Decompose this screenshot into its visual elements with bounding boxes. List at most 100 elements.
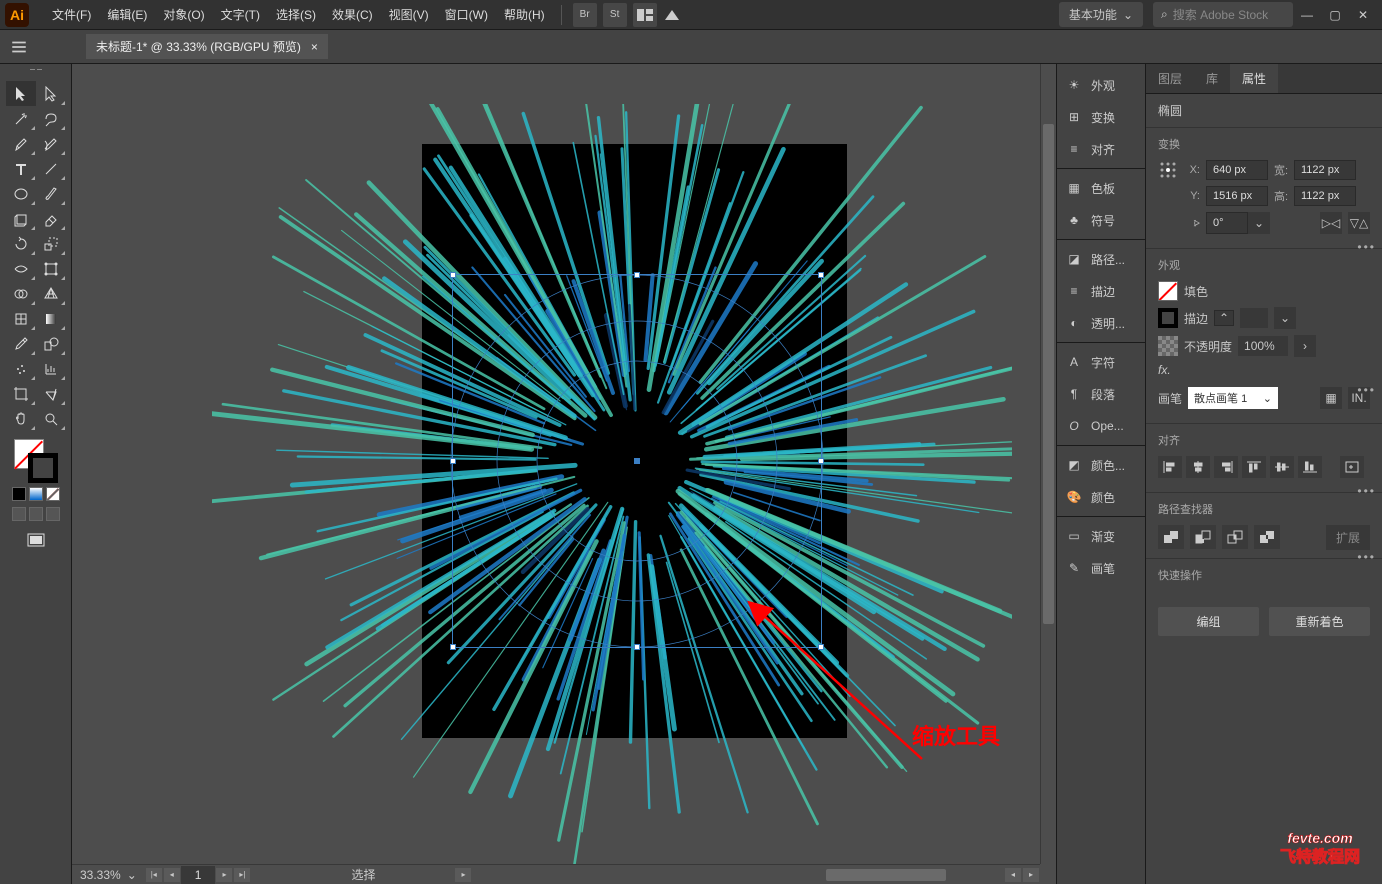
zoom-indicator[interactable]: 33.33%⌄	[72, 868, 145, 882]
layers-tab[interactable]: 图层	[1146, 64, 1194, 93]
opacity-input[interactable]: 100%	[1238, 336, 1288, 356]
graph-tool[interactable]	[36, 356, 66, 381]
menu-effect[interactable]: 效果(C)	[324, 6, 381, 23]
draw-inside[interactable]	[46, 507, 60, 521]
curvature-tool[interactable]	[36, 131, 66, 156]
align-right-button[interactable]	[1214, 456, 1238, 478]
y-input[interactable]	[1206, 186, 1268, 206]
color-panel-btn[interactable]: 🎨颜色	[1057, 481, 1145, 513]
ellipse-tool[interactable]	[6, 181, 36, 206]
vertical-scrollbar[interactable]	[1040, 64, 1056, 864]
stroke-profile-dropdown[interactable]: ⌄	[1274, 307, 1296, 329]
stock-icon[interactable]: St	[603, 3, 627, 27]
first-artboard-button[interactable]: |◂	[146, 868, 162, 882]
menu-object[interactable]: 对象(O)	[155, 6, 212, 23]
menu-view[interactable]: 视图(V)	[381, 6, 437, 23]
transform-panel-btn[interactable]: ⊞变换	[1057, 101, 1145, 133]
brush-options-1[interactable]: ▦	[1320, 387, 1342, 409]
color-swatches[interactable]	[14, 439, 58, 483]
paragraph-panel-btn[interactable]: ¶段落	[1057, 378, 1145, 410]
direct-selection-tool[interactable]	[36, 81, 66, 106]
reference-point[interactable]	[1158, 160, 1180, 180]
menu-type[interactable]: 文字(T)	[213, 6, 268, 23]
draw-normal[interactable]	[12, 507, 26, 521]
panel-handle[interactable]	[21, 69, 51, 77]
pathfinder-minus-front[interactable]	[1190, 525, 1216, 549]
scale-tool[interactable]	[36, 231, 66, 256]
section-menu[interactable]: •••	[1357, 550, 1376, 564]
artboard-tool[interactable]	[6, 381, 36, 406]
align-hcenter-button[interactable]	[1186, 456, 1210, 478]
shaper-tool[interactable]	[6, 206, 36, 231]
brush-dropdown[interactable]: 散点画笔 1⌄	[1188, 387, 1278, 409]
gradient-tool[interactable]	[36, 306, 66, 331]
symbols-panel-btn[interactable]: ♣符号	[1057, 204, 1145, 236]
libraries-tab[interactable]: 库	[1194, 64, 1230, 93]
pen-tool[interactable]	[6, 131, 36, 156]
type-tool[interactable]	[6, 156, 36, 181]
opentype-panel-btn[interactable]: OOpe...	[1057, 410, 1145, 442]
home-icon[interactable]	[10, 38, 28, 56]
arrange-icon[interactable]	[633, 3, 657, 27]
flip-vertical-button[interactable]: ▽△	[1348, 212, 1370, 234]
stroke-swatch[interactable]	[1158, 308, 1178, 328]
symbol-sprayer-tool[interactable]	[6, 356, 36, 381]
opacity-swatch[interactable]	[1158, 336, 1178, 356]
bridge-icon[interactable]: Br	[573, 3, 597, 27]
magic-wand-tool[interactable]	[6, 106, 36, 131]
close-tab-icon[interactable]: ×	[311, 40, 318, 54]
close-button[interactable]: ✕	[1349, 5, 1377, 25]
align-left-button[interactable]	[1158, 456, 1182, 478]
character-panel-btn[interactable]: A字符	[1057, 346, 1145, 378]
selection-tool[interactable]	[6, 81, 36, 106]
gradient-mode[interactable]	[29, 487, 43, 501]
workspace-dropdown[interactable]: 基本功能⌄	[1059, 2, 1143, 27]
minimize-button[interactable]: —	[1293, 5, 1321, 25]
swatches-panel-btn[interactable]: ▦色板	[1057, 172, 1145, 204]
stroke-profile[interactable]	[1240, 308, 1268, 328]
perspective-tool[interactable]	[36, 281, 66, 306]
lasso-tool[interactable]	[36, 106, 66, 131]
opacity-dropdown[interactable]: ›	[1294, 335, 1316, 357]
rotate-tool[interactable]	[6, 231, 36, 256]
gradient-panel-btn[interactable]: ▭渐变	[1057, 520, 1145, 552]
hand-tool[interactable]	[6, 406, 36, 431]
align-to-button[interactable]	[1340, 456, 1364, 478]
search-input[interactable]: ⌕搜索 Adobe Stock	[1153, 2, 1293, 27]
solid-color-mode[interactable]	[12, 487, 26, 501]
screen-mode-tool[interactable]	[21, 527, 51, 552]
none-mode[interactable]	[46, 487, 60, 501]
section-menu[interactable]: •••	[1357, 383, 1376, 397]
brushes-panel-btn[interactable]: ✎画笔	[1057, 552, 1145, 584]
pathfinder-intersect[interactable]	[1222, 525, 1248, 549]
play-button[interactable]: ▸	[455, 868, 471, 882]
width-tool[interactable]	[6, 256, 36, 281]
align-vcenter-button[interactable]	[1270, 456, 1294, 478]
eyedropper-tool[interactable]	[6, 331, 36, 356]
angle-dropdown[interactable]: ⌄	[1248, 212, 1270, 234]
horizontal-scrollbar[interactable]	[476, 869, 1000, 881]
scroll-right-button[interactable]: ▸	[1023, 868, 1039, 882]
artboard-number[interactable]: 1	[181, 866, 216, 884]
canvas[interactable]: 缩放工具 33.33%⌄ |◂ ◂ 1 ▸ ▸| 选择 ▸ ◂ ▸	[72, 64, 1056, 884]
menu-select[interactable]: 选择(S)	[268, 6, 324, 23]
menu-help[interactable]: 帮助(H)	[496, 6, 553, 23]
slice-tool[interactable]	[36, 381, 66, 406]
last-artboard-button[interactable]: ▸|	[234, 868, 250, 882]
line-tool[interactable]	[36, 156, 66, 181]
document-tab[interactable]: 未标题-1* @ 33.33% (RGB/GPU 预览) ×	[86, 34, 328, 59]
pathfinder-panel-btn[interactable]: ◪路径...	[1057, 243, 1145, 275]
height-input[interactable]	[1294, 186, 1356, 206]
eraser-tool[interactable]	[36, 206, 66, 231]
gpu-icon[interactable]	[660, 8, 684, 22]
properties-tab[interactable]: 属性	[1230, 64, 1278, 93]
shape-builder-tool[interactable]	[6, 281, 36, 306]
brush-tool[interactable]	[36, 181, 66, 206]
pathfinder-unite[interactable]	[1158, 525, 1184, 549]
appearance-panel-btn[interactable]: ☀外观	[1057, 69, 1145, 101]
menu-file[interactable]: 文件(F)	[44, 6, 99, 23]
colorguide-panel-btn[interactable]: ◩颜色...	[1057, 449, 1145, 481]
recolor-button[interactable]: 重新着色	[1269, 607, 1370, 636]
align-top-button[interactable]	[1242, 456, 1266, 478]
draw-behind[interactable]	[29, 507, 43, 521]
